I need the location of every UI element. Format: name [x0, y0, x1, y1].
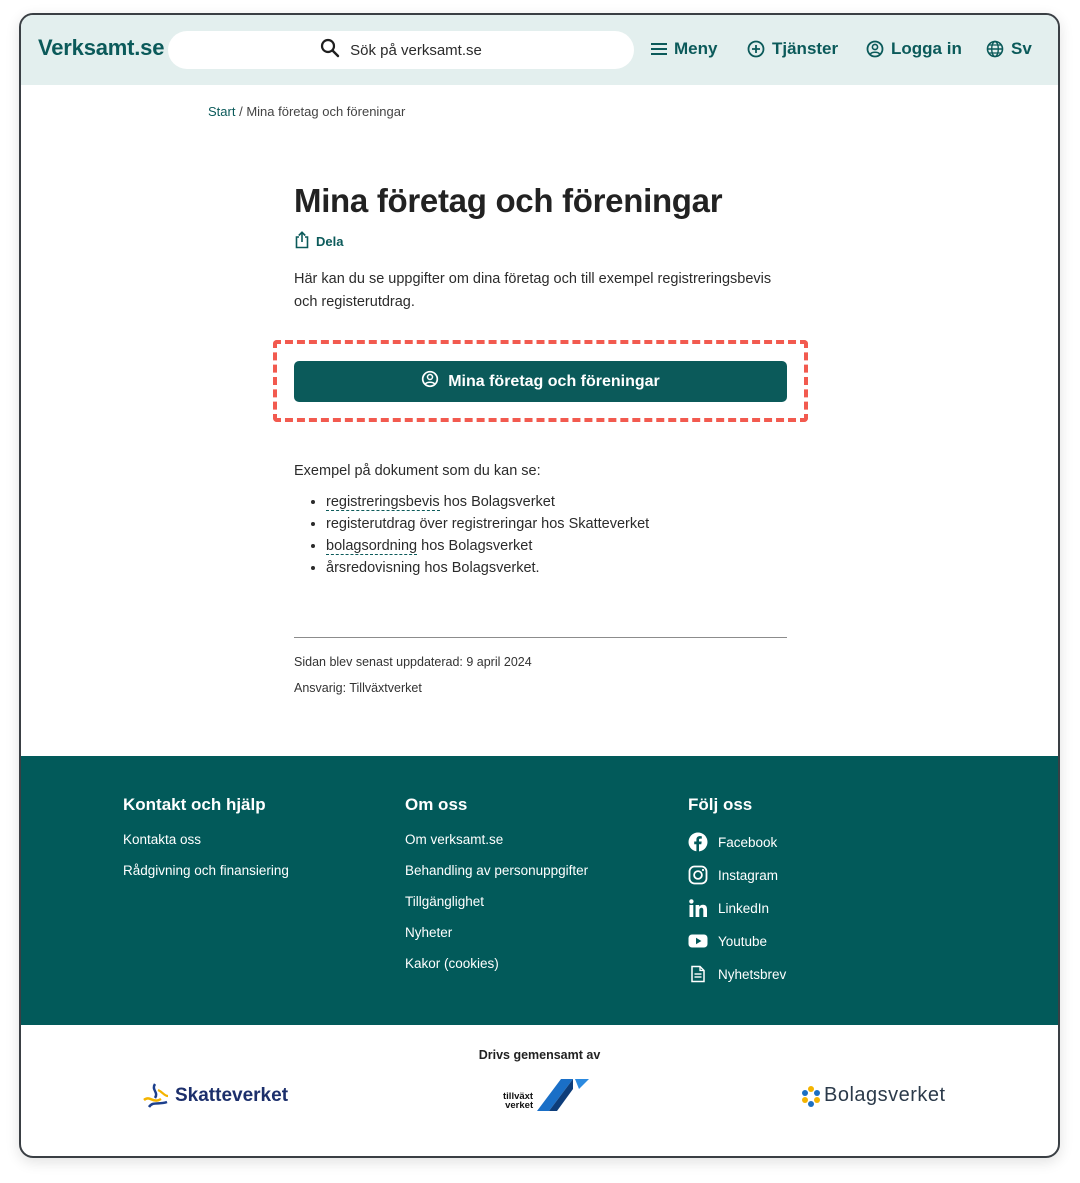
- plus-circle-icon: [747, 40, 765, 58]
- site-footer: Kontakt och hjälp Kontakta oss Rådgivnin…: [21, 756, 1058, 1025]
- my-companies-button-label: Mina företag och föreningar: [448, 372, 660, 390]
- login-button[interactable]: Logga in: [866, 39, 962, 59]
- share-button[interactable]: Dela: [294, 230, 787, 252]
- list-item: bolagsordning hos Bolagsverket: [326, 535, 787, 557]
- language-button[interactable]: Sv: [986, 39, 1032, 59]
- social-link-youtube[interactable]: Youtube: [688, 931, 786, 951]
- examples-intro: Exempel på dokument som du kan se:: [294, 463, 541, 479]
- youtube-icon: [688, 931, 708, 951]
- footer-link[interactable]: Behandling av personuppgifter: [405, 863, 588, 878]
- breadcrumb-separator: /: [239, 104, 243, 119]
- footer-heading: Om oss: [405, 795, 468, 814]
- site-header: Verksamt.se Sök på verksamt.se Meny Tjän…: [21, 15, 1058, 85]
- footer-column-about: Om oss Om verksamt.se Behandling av pers…: [405, 795, 588, 987]
- footer-link[interactable]: Kontakta oss: [123, 832, 289, 847]
- browser-frame: Verksamt.se Sök på verksamt.se Meny Tjän…: [19, 13, 1060, 1158]
- user-circle-icon: [866, 40, 884, 58]
- search-placeholder: Sök på verksamt.se: [350, 41, 482, 59]
- bolagsverket-wordmark: Bolagsverket: [824, 1084, 946, 1106]
- skatteverket-emblem-icon: [143, 1083, 169, 1108]
- share-icon: [294, 230, 310, 252]
- site-logo[interactable]: Verksamt.se: [38, 35, 164, 61]
- bolagsverket-emblem-icon: [802, 1085, 820, 1107]
- divider: [294, 637, 787, 638]
- last-updated-text: Sidan blev senast uppdaterad: 9 april 20…: [294, 655, 532, 669]
- skatteverket-wordmark: Skatteverket: [175, 1085, 289, 1106]
- breadcrumb-start-link[interactable]: Start: [208, 104, 235, 119]
- intro-text: Här kan du se uppgifter om dina företag …: [294, 270, 772, 310]
- search-input[interactable]: Sök på verksamt.se: [168, 31, 634, 69]
- examples-section: Exempel på dokument som du kan se: regis…: [294, 463, 787, 579]
- newsletter-icon: [688, 964, 708, 984]
- social-link-newsletter[interactable]: Nyhetsbrev: [688, 964, 786, 984]
- bolagsverket-logo[interactable]: Bolagsverket: [801, 1084, 946, 1107]
- social-link-instagram[interactable]: Instagram: [688, 865, 786, 885]
- breadcrumb: Start / Mina företag och föreningar: [208, 104, 405, 119]
- glossary-term-link[interactable]: registreringsbevis: [326, 494, 440, 511]
- hamburger-icon: [651, 42, 667, 56]
- facebook-icon: [688, 832, 708, 852]
- page-title: Mina företag och föreningar: [294, 182, 723, 219]
- footer-link[interactable]: Rådgivning och finansiering: [123, 863, 289, 878]
- services-label: Tjänster: [772, 39, 839, 58]
- footer-link[interactable]: Tillgänglighet: [405, 894, 588, 909]
- social-link-linkedin[interactable]: LinkedIn: [688, 898, 786, 918]
- main-content: Mina företag och föreningar Dela Här kan…: [294, 181, 787, 314]
- footer-column-follow: Följ oss Facebook Instagram LinkedIn You…: [688, 795, 786, 997]
- globe-icon: [986, 40, 1004, 58]
- menu-button[interactable]: Meny: [651, 39, 717, 59]
- search-icon: [320, 38, 340, 63]
- social-link-facebook[interactable]: Facebook: [688, 832, 786, 852]
- list-item: registreringsbevis hos Bolagsverket: [326, 491, 787, 513]
- footer-link[interactable]: Nyheter: [405, 925, 588, 940]
- tillvaxtverket-wordmark-line2: verket: [505, 1100, 534, 1111]
- my-companies-button[interactable]: Mina företag och föreningar: [294, 361, 787, 402]
- breadcrumb-current: Mina företag och föreningar: [246, 104, 406, 119]
- login-label: Logga in: [891, 39, 962, 58]
- footer-column-contact: Kontakt och hjälp Kontakta oss Rådgivnin…: [123, 795, 289, 894]
- footer-heading: Kontakt och hjälp: [123, 795, 266, 814]
- footer-heading: Följ oss: [688, 795, 753, 814]
- instagram-icon: [688, 865, 708, 885]
- user-circle-icon: [421, 370, 439, 393]
- examples-list: registreringsbevis hos Bolagsverket regi…: [326, 491, 787, 579]
- footer-link[interactable]: Om verksamt.se: [405, 832, 588, 847]
- responsible-text: Ansvarig: Tillväxtverket: [294, 681, 422, 695]
- glossary-term-link[interactable]: bolagsordning: [326, 538, 418, 555]
- list-item: årsredovisning hos Bolagsverket.: [326, 557, 787, 579]
- share-label: Dela: [316, 233, 344, 249]
- list-item: registerutdrag över registreringar hos S…: [326, 513, 787, 535]
- partners-label: Drivs gemensamt av: [478, 1048, 601, 1062]
- skatteverket-logo[interactable]: Skatteverket: [141, 1082, 288, 1110]
- footer-link[interactable]: Kakor (cookies): [405, 956, 588, 971]
- linkedin-icon: [688, 898, 708, 918]
- menu-label: Meny: [674, 39, 718, 58]
- tillvaxtverket-emblem-icon: [537, 1079, 590, 1111]
- language-label: Sv: [1011, 39, 1032, 58]
- services-button[interactable]: Tjänster: [747, 39, 838, 59]
- tillvaxtverket-logo[interactable]: tillväxt verket: [503, 1077, 590, 1113]
